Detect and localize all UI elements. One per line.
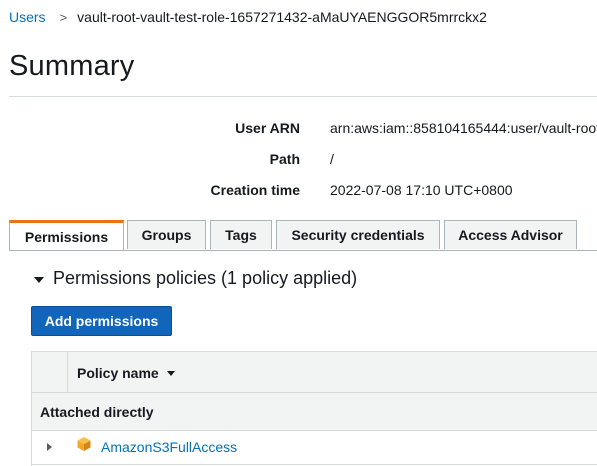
creation-time-label: Creation time bbox=[210, 182, 300, 198]
expand-row-caret-icon[interactable] bbox=[47, 443, 52, 451]
path-label: Path bbox=[269, 151, 300, 167]
breadcrumb-users-link[interactable]: Users bbox=[9, 9, 46, 25]
tab-groups[interactable]: Groups bbox=[127, 220, 206, 249]
creation-time-value: 2022-07-08 17:10 UTC+0800 bbox=[330, 182, 513, 198]
policy-link-amazons3fullaccess[interactable]: AmazonS3FullAccess bbox=[101, 439, 237, 455]
breadcrumb: Users > vault-root-vault-test-role-1657271… bbox=[9, 9, 487, 25]
tab-security-credentials[interactable]: Security credentials bbox=[276, 220, 440, 249]
page-title: Summary bbox=[9, 50, 135, 82]
sort-caret-down-icon bbox=[166, 370, 175, 376]
permissions-policies-title: Permissions policies (1 policy applied) bbox=[53, 268, 358, 288]
user-arn-value: arn:aws:iam::858104165444:user/vault-roo… bbox=[330, 120, 597, 136]
attached-directly-label: Attached directly bbox=[40, 404, 154, 420]
tab-access-advisor[interactable]: Access Advisor bbox=[444, 220, 577, 249]
policy-name-column-header[interactable]: Policy name bbox=[77, 365, 175, 381]
add-permissions-button[interactable]: Add permissions bbox=[31, 306, 172, 336]
policies-table: Policy name Attached directly AmazonS3Fu… bbox=[31, 351, 597, 466]
user-arn-label: User ARN bbox=[235, 120, 300, 136]
tabs-divider bbox=[9, 250, 597, 251]
column-divider bbox=[67, 352, 68, 393]
table-header: Policy name bbox=[32, 351, 597, 393]
permissions-policies-toggle[interactable]: Permissions policies (1 policy applied) bbox=[34, 268, 357, 289]
aws-managed-policy-cube-icon bbox=[77, 437, 91, 451]
title-divider bbox=[9, 96, 597, 97]
policy-name-header-label: Policy name bbox=[77, 365, 159, 381]
caret-down-icon bbox=[34, 276, 44, 283]
tab-tags[interactable]: Tags bbox=[210, 220, 272, 249]
tab-permissions[interactable]: Permissions bbox=[9, 220, 124, 251]
table-group-row: Attached directly bbox=[32, 393, 597, 431]
path-value: / bbox=[330, 151, 334, 167]
breadcrumb-current-user: vault-root-vault-test-role-1657271432-aM… bbox=[77, 9, 487, 25]
breadcrumb-separator: > bbox=[59, 10, 68, 25]
table-row: AmazonS3FullAccess bbox=[32, 431, 597, 465]
